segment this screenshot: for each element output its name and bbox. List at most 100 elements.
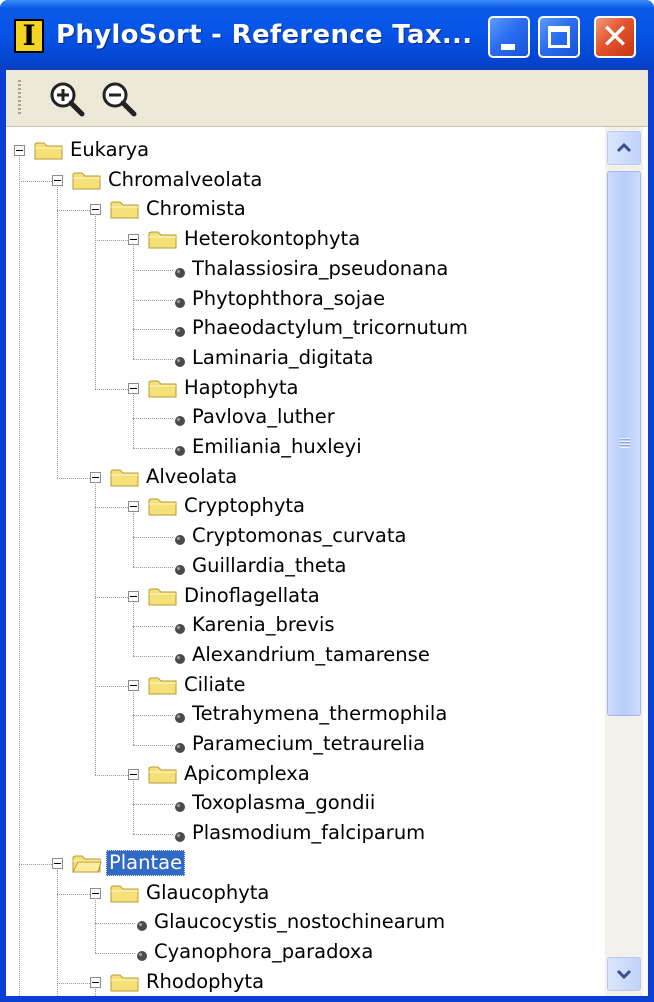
- tree-leaf-node[interactable]: Glaucocystis_nostochinearum: [6, 909, 606, 937]
- tree-folder-node[interactable]: Apicomplexa: [6, 761, 606, 789]
- tree-node-label: Alexandrium_tamarense: [192, 642, 430, 666]
- collapse-toggle-icon[interactable]: [128, 679, 139, 691]
- tree-folder-node[interactable]: Chromalveolata: [6, 167, 606, 195]
- chevron-up-icon: [616, 142, 632, 153]
- scroll-thumb[interactable]: [607, 171, 641, 716]
- tree-leaf-node[interactable]: Plasmodium_falciparum: [6, 820, 606, 848]
- leaf-bullet-icon: [174, 561, 186, 575]
- leaf-bullet-icon: [174, 353, 186, 367]
- thumb-grip: [620, 438, 630, 448]
- collapse-toggle-icon[interactable]: [90, 887, 101, 899]
- tree-node-label: Alveolata: [146, 464, 238, 488]
- tree-node-label: Guillardia_theta: [192, 553, 347, 577]
- zoom-in-icon: [50, 82, 85, 117]
- zoom-in-button[interactable]: [48, 80, 86, 118]
- tree-folder-node[interactable]: Rhodophyta: [6, 969, 606, 996]
- tree-folder-node[interactable]: Chromista: [6, 196, 606, 224]
- tree-node-label: Thalassiosira_pseudonana: [192, 256, 449, 280]
- toolbar: [6, 70, 648, 127]
- tree-leaf-node[interactable]: Phytophthora_sojae: [6, 286, 606, 314]
- tree-node-label: Apicomplexa: [184, 761, 310, 785]
- leaf-bullet-icon: [174, 531, 186, 546]
- collapse-toggle-icon[interactable]: [128, 234, 139, 246]
- collapse-toggle-icon[interactable]: [14, 145, 25, 156]
- app-icon: I: [14, 19, 44, 53]
- collapse-toggle-icon[interactable]: [128, 501, 139, 513]
- tree-node-label: Toxoplasma_gondii: [192, 791, 376, 815]
- tree-node-label: Heterokontophyta: [184, 227, 361, 251]
- vertical-scrollbar[interactable]: [605, 127, 643, 996]
- tree-leaf-node[interactable]: Phaeodactylum_tricornutum: [6, 315, 606, 343]
- leaf-bullet-icon: [174, 739, 186, 753]
- tree-folder-node[interactable]: Cryptophyta: [6, 493, 606, 521]
- tree-node-label: Glaucophyta: [146, 880, 270, 904]
- folder-icon: [148, 764, 178, 784]
- tree-leaf-node[interactable]: Cyanophora_paradoxa: [6, 939, 606, 967]
- tree-node-label: Chromalveolata: [108, 167, 263, 191]
- close-button[interactable]: ✕: [594, 16, 636, 58]
- tree-node-label: Cryptophyta: [184, 494, 305, 518]
- leaf-bullet-icon: [174, 620, 186, 635]
- tree-leaf-node[interactable]: Pavlova_luther: [6, 404, 606, 432]
- minimize-icon: [501, 44, 515, 50]
- collapse-toggle-icon[interactable]: [90, 471, 101, 483]
- tree-leaf-node[interactable]: Cryptomonas_curvata: [6, 523, 606, 551]
- folder-icon: [148, 675, 178, 695]
- leaf-bullet-icon: [136, 917, 148, 932]
- tree-folder-node[interactable]: Haptophyta: [6, 375, 606, 403]
- zoom-out-button[interactable]: [100, 80, 138, 118]
- tree-folder-node[interactable]: Plantae: [6, 849, 606, 878]
- tree-leaf-node[interactable]: Thalassiosira_pseudonana: [6, 256, 606, 284]
- leaf-bullet-icon: [174, 798, 186, 813]
- collapse-toggle-icon[interactable]: [52, 857, 63, 869]
- app-window: I PhyloSort - Reference Tax... ✕ Eukarya…: [0, 0, 654, 1002]
- tree-leaf-node[interactable]: Tetrahymena_thermophila: [6, 701, 606, 729]
- collapse-toggle-icon[interactable]: [128, 768, 139, 780]
- folder-icon: [148, 586, 178, 606]
- tree-node-label: Cyanophora_paradoxa: [154, 939, 374, 963]
- tree-leaf-node[interactable]: Laminaria_digitata: [6, 345, 606, 373]
- close-icon: ✕: [600, 17, 630, 57]
- tree-node-label: Phaeodactylum_tricornutum: [192, 316, 468, 340]
- tree-folder-node[interactable]: Heterokontophyta: [6, 226, 606, 254]
- leaf-bullet-icon: [174, 412, 186, 427]
- folder-icon: [148, 496, 178, 516]
- tree-node-label: Rhodophyta: [146, 969, 265, 993]
- tree-node-label: Plasmodium_falciparum: [192, 821, 426, 845]
- tree-folder-node[interactable]: Dinoflagellata: [6, 583, 606, 611]
- title-bar[interactable]: I PhyloSort - Reference Tax... ✕: [0, 0, 654, 70]
- tree-leaf-node[interactable]: Guillardia_theta: [6, 553, 606, 581]
- scroll-down-button[interactable]: [607, 957, 641, 991]
- collapse-toggle-icon[interactable]: [90, 204, 101, 216]
- tree-node-label: Pavlova_luther: [192, 405, 335, 429]
- collapse-toggle-icon[interactable]: [128, 382, 139, 394]
- tree-folder-node[interactable]: Ciliate: [6, 672, 606, 700]
- toolbar-grip[interactable]: [18, 80, 21, 116]
- leaf-bullet-icon: [174, 650, 186, 664]
- tree-node-label: Phytophthora_sojae: [192, 286, 386, 310]
- maximize-icon: [548, 26, 570, 48]
- collapse-toggle-icon[interactable]: [52, 174, 63, 186]
- tree-folder-node[interactable]: Alveolata: [6, 464, 606, 492]
- tree-leaf-node[interactable]: Paramecium_tetraurelia: [6, 731, 606, 759]
- scroll-up-button[interactable]: [607, 131, 641, 165]
- leaf-bullet-icon: [174, 828, 186, 843]
- tree-folder-node[interactable]: Glaucophyta: [6, 880, 606, 908]
- collapse-toggle-icon[interactable]: [90, 976, 101, 988]
- tree-node-label: Plantae: [106, 849, 186, 876]
- taxonomy-tree[interactable]: Eukarya Chromalveolata Chromista Heterokont…: [6, 127, 648, 996]
- tree-leaf-node[interactable]: Karenia_brevis: [6, 612, 606, 640]
- tree-folder-node[interactable]: Eukarya: [6, 137, 606, 165]
- tree-node-label: Paramecium_tetraurelia: [192, 732, 426, 755]
- minimize-button[interactable]: [488, 16, 530, 58]
- tree-leaf-node[interactable]: Alexandrium_tamarense: [6, 642, 606, 670]
- collapse-toggle-icon[interactable]: [128, 590, 139, 602]
- folder-icon: [110, 972, 140, 992]
- maximize-button[interactable]: [538, 16, 580, 58]
- tree-leaf-node[interactable]: Emiliania_huxleyi: [6, 434, 606, 462]
- tree-node-label: Karenia_brevis: [192, 613, 335, 637]
- tree-leaf-node[interactable]: Toxoplasma_gondii: [6, 790, 606, 818]
- folder-icon: [148, 229, 178, 249]
- leaf-bullet-icon: [174, 264, 186, 278]
- tree-node-label: Eukarya: [70, 138, 150, 161]
